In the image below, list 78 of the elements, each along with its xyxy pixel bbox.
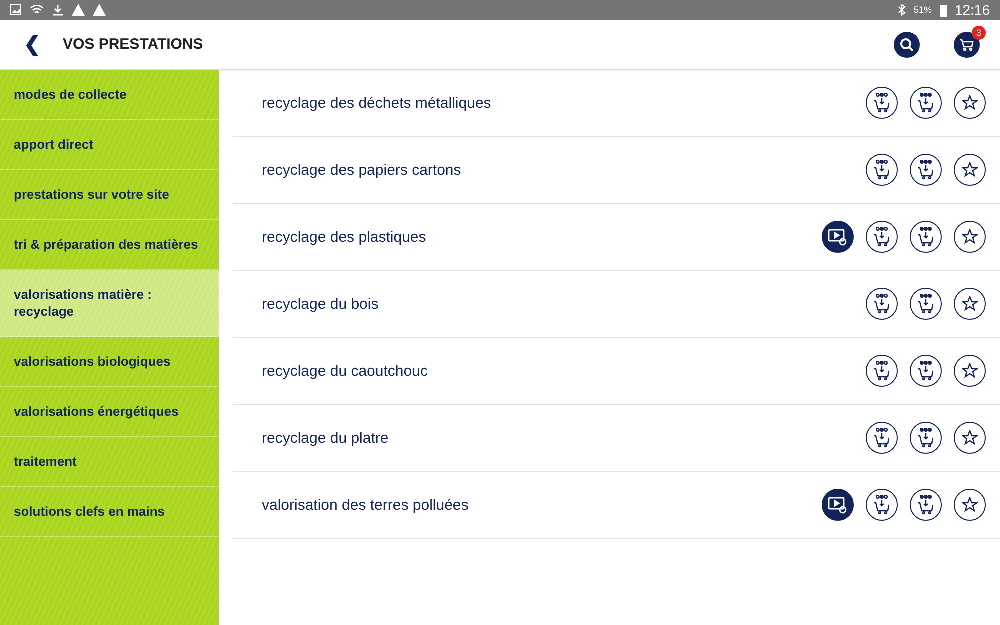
cart-icon	[916, 293, 936, 315]
cart-button[interactable]	[954, 32, 980, 58]
star-icon	[962, 430, 978, 446]
star-icon	[962, 95, 978, 111]
cart-option-button[interactable]	[910, 288, 942, 320]
cart-option-button[interactable]	[910, 355, 942, 387]
cart-option-button[interactable]	[910, 221, 942, 253]
sidebar-item[interactable]: apport direct	[0, 120, 219, 170]
service-label[interactable]: recyclage des plastiques	[262, 228, 810, 246]
star-icon	[962, 229, 978, 245]
search-button[interactable]	[894, 32, 920, 58]
download-icon	[52, 4, 64, 16]
clock: 12:16	[954, 2, 990, 18]
cart-icon	[872, 427, 892, 449]
sidebar-item[interactable]: valorisations énergétiques	[0, 387, 219, 437]
service-label[interactable]: valorisation des terres polluées	[262, 496, 810, 514]
gallery-icon	[10, 4, 22, 16]
cart-icon	[960, 38, 974, 50]
favorite-button[interactable]	[954, 221, 986, 253]
cart-icon	[872, 360, 892, 382]
cart-option-button[interactable]	[866, 489, 898, 521]
service-label[interactable]: recyclage du bois	[262, 296, 854, 312]
sidebar-item[interactable]: modes de collecte	[0, 70, 219, 120]
sidebar-item[interactable]: traitement	[0, 437, 219, 487]
cart-icon	[916, 226, 936, 248]
warning-icon	[72, 4, 85, 16]
cart-icon	[872, 226, 892, 248]
cart-option-button[interactable]	[866, 87, 898, 119]
cart-option-button[interactable]	[910, 154, 942, 186]
back-button[interactable]: ❮	[24, 32, 41, 57]
sidebar-item[interactable]: valorisations matière : recyclage	[0, 270, 219, 337]
service-label[interactable]: recyclage des papiers cartons	[262, 162, 854, 178]
cart-option-button[interactable]	[910, 87, 942, 119]
star-icon	[962, 497, 978, 513]
service-label[interactable]: recyclage du platre	[262, 430, 854, 446]
favorite-button[interactable]	[954, 489, 986, 521]
cart-icon	[872, 293, 892, 315]
wifi-icon	[30, 4, 44, 16]
cart-option-button[interactable]	[866, 221, 898, 253]
cart-icon	[916, 92, 936, 114]
cart-option-button[interactable]	[910, 489, 942, 521]
star-icon	[962, 363, 978, 379]
bluetooth-icon	[898, 4, 906, 16]
cart-icon	[916, 159, 936, 181]
battery-icon	[940, 4, 947, 16]
cart-option-button[interactable]	[910, 422, 942, 454]
favorite-button[interactable]	[954, 288, 986, 320]
favorite-button[interactable]	[954, 355, 986, 387]
favorite-button[interactable]	[954, 87, 986, 119]
cart-option-button[interactable]	[866, 288, 898, 320]
video-button[interactable]	[822, 221, 854, 253]
star-icon	[962, 162, 978, 178]
cart-count-badge: 3	[972, 26, 986, 40]
video-icon	[828, 228, 848, 246]
cart-icon	[916, 427, 936, 449]
service-label[interactable]: recyclage des déchets métalliques	[262, 94, 854, 112]
favorite-button[interactable]	[954, 422, 986, 454]
cart-icon	[872, 92, 892, 114]
video-button[interactable]	[822, 489, 854, 521]
cart-icon	[872, 494, 892, 516]
service-label[interactable]: recyclage du caoutchouc	[262, 362, 854, 380]
battery-percent: 51%	[914, 5, 932, 15]
favorite-button[interactable]	[954, 154, 986, 186]
sidebar-item[interactable]: prestations sur votre site	[0, 170, 219, 220]
search-icon	[900, 38, 914, 52]
cart-option-button[interactable]	[866, 355, 898, 387]
sidebar-item[interactable]: tri & préparation des matières	[0, 220, 219, 270]
star-icon	[962, 296, 978, 312]
cart-option-button[interactable]	[866, 422, 898, 454]
sidebar-item[interactable]: solutions clefs en mains	[0, 487, 219, 537]
sidebar-item[interactable]: valorisations biologiques	[0, 337, 219, 387]
video-icon	[828, 496, 848, 514]
warning-icon	[93, 4, 106, 16]
cart-option-button[interactable]	[866, 154, 898, 186]
cart-icon	[916, 360, 936, 382]
cart-icon	[916, 494, 936, 516]
page-title: VOS PRESTATIONS	[63, 36, 204, 53]
cart-icon	[872, 159, 892, 181]
